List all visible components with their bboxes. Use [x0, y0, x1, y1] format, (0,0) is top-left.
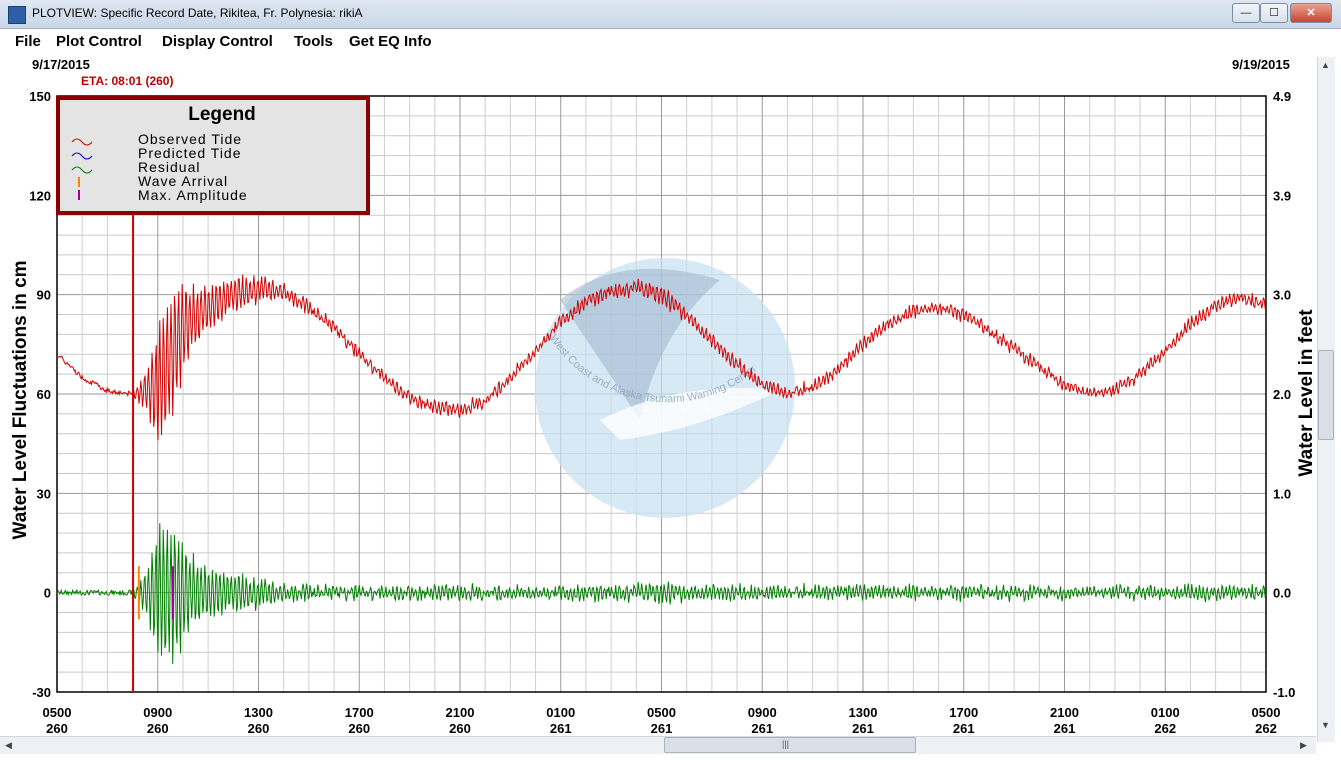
x-tick-day-label: 260: [248, 721, 270, 736]
scroll-up-arrow-icon[interactable]: ▲: [1321, 60, 1330, 70]
y-left-tick-label: 90: [37, 288, 51, 303]
x-tick-time-label: 1700: [345, 705, 374, 720]
legend-item-max-amplitude: Max. Amplitude: [138, 187, 248, 203]
x-tick-day-label: 261: [550, 721, 572, 736]
y-right-tick-label: 2.0: [1273, 387, 1291, 402]
y-left-tick-label: 30: [37, 486, 51, 501]
horizontal-scrollbar[interactable]: [0, 736, 1316, 754]
legend-title: Legend: [188, 104, 256, 125]
x-tick-day-label: 260: [147, 721, 169, 736]
x-tick-day-label: 261: [852, 721, 874, 736]
vertical-scroll-thumb[interactable]: [1318, 350, 1334, 440]
y-right-tick-label: 3.0: [1273, 288, 1291, 303]
x-tick-time-label: 1300: [849, 705, 878, 720]
x-tick-time-label: 0500: [43, 705, 72, 720]
x-tick-day-label: 261: [953, 721, 975, 736]
scroll-left-arrow-icon[interactable]: ◀: [5, 740, 12, 751]
y-left-tick-label: 60: [37, 387, 51, 402]
x-tick-day-label: 261: [1054, 721, 1076, 736]
x-tick-time-label: 0900: [143, 705, 172, 720]
y-right-tick-label: 3.9: [1273, 188, 1291, 203]
horizontal-scroll-thumb[interactable]: [664, 737, 916, 753]
x-tick-time-label: 2100: [446, 705, 475, 720]
x-tick-day-label: 262: [1255, 721, 1277, 736]
x-tick-time-label: 0100: [1151, 705, 1180, 720]
y-left-tick-label: 120: [29, 188, 51, 203]
x-tick-day-label: 260: [46, 721, 68, 736]
x-tick-day-label: 262: [1154, 721, 1176, 736]
x-tick-time-label: 0900: [748, 705, 777, 720]
x-tick-day-label: 260: [449, 721, 471, 736]
y-left-tick-label: 150: [29, 89, 51, 104]
x-tick-time-label: 0100: [546, 705, 575, 720]
x-tick-time-label: 1700: [949, 705, 978, 720]
y-right-tick-label: 4.9: [1273, 89, 1291, 104]
y-left-axis-label: Water Level Fluctuations in cm: [10, 260, 31, 539]
x-tick-time-label: 0500: [1252, 705, 1281, 720]
y-right-axis-label: Water Level in feet: [1296, 309, 1316, 477]
y-right-tick-label: -1.0: [1273, 685, 1295, 700]
x-tick-day-label: 261: [651, 721, 673, 736]
scroll-down-arrow-icon[interactable]: ▼: [1321, 720, 1330, 730]
x-tick-day-label: 260: [348, 721, 370, 736]
legend[interactable]: Legend Observed Tide Predicted Tide Resi…: [56, 96, 370, 215]
y-right-tick-label: 0.0: [1273, 586, 1291, 601]
x-tick-day-label: 261: [751, 721, 773, 736]
x-tick-time-label: 1300: [244, 705, 273, 720]
x-tick-time-label: 0500: [647, 705, 676, 720]
y-left-tick-label: -30: [32, 685, 51, 700]
y-left-tick-label: 0: [44, 586, 51, 601]
scroll-right-arrow-icon[interactable]: ▶: [1300, 740, 1307, 751]
y-right-tick-label: 1.0: [1273, 486, 1291, 501]
scroll-grip-icon: |||: [782, 739, 790, 749]
tide-plot: West Coast and Alaska Tsunami Warning Ce…: [10, 89, 1316, 736]
x-tick-time-label: 2100: [1050, 705, 1079, 720]
